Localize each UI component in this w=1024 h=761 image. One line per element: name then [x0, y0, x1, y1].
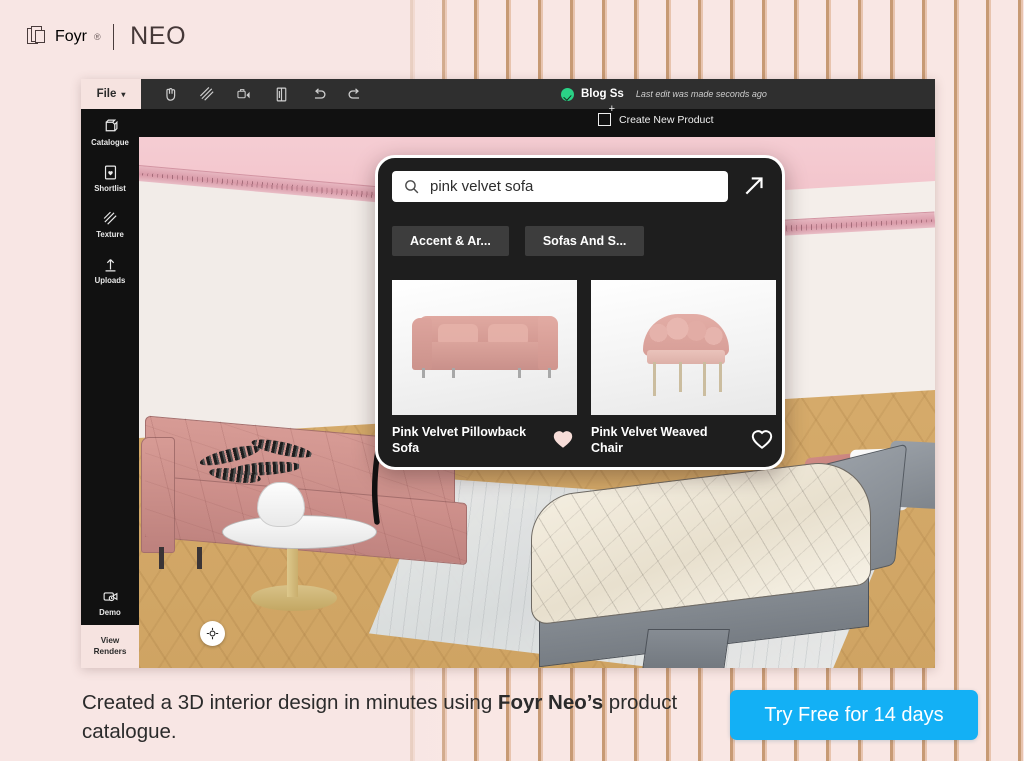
demo-video-icon: [102, 588, 119, 605]
view-renders-label-line1: View: [101, 636, 120, 646]
sidebar-item-uploads-label: Uploads: [95, 277, 126, 286]
filter-chip-label: Sofas And S...: [543, 234, 627, 248]
panel-layout-icon[interactable]: [273, 86, 290, 103]
upload-arrow-icon: [102, 256, 119, 273]
product-card-chair[interactable]: Pink Velvet Weaved Chair: [591, 280, 776, 456]
filter-chip-sofas-sectionals[interactable]: Sofas And S...: [525, 226, 645, 256]
view-renders-label-line2: Renders: [94, 647, 127, 657]
thumb-chair-leg: [719, 362, 722, 392]
orbit-target-icon[interactable]: [200, 621, 225, 646]
filter-chips-row: Accent & Ar... Sofas And S...: [378, 218, 782, 264]
search-row: pink velvet sofa: [378, 158, 782, 214]
left-sidebar: Catalogue Shortlist Texture Uploads: [81, 109, 139, 668]
view-renders-button[interactable]: View Renders: [81, 625, 139, 668]
scene-sofa-leg: [197, 547, 202, 569]
last-edit-status: Last edit was made seconds ago: [636, 89, 767, 99]
pink-velvet-sofa-thumbnail: [392, 280, 577, 415]
cta-label: Try Free for 14 days: [764, 704, 943, 727]
add-square-icon: [598, 113, 611, 126]
measure-hatch-icon[interactable]: [199, 86, 216, 103]
brand-product-name: NEO: [130, 22, 186, 51]
sidebar-item-shortlist[interactable]: Shortlist: [81, 155, 139, 201]
search-input[interactable]: pink velvet sofa: [392, 171, 728, 202]
sidebar-item-catalogue-label: Catalogue: [91, 139, 129, 148]
thumb-chair-leg: [703, 362, 706, 396]
secondary-toolbar: Create New Product: [81, 109, 935, 137]
foyr-cube-logo-icon: [27, 26, 48, 47]
filter-chip-accent-armchairs[interactable]: Accent & Ar...: [392, 226, 509, 256]
thumb-sofa-arm-right: [538, 316, 558, 370]
catalogue-box-icon: [102, 118, 119, 135]
product-meta: Pink Velvet Pillowback Sofa: [392, 424, 577, 456]
paint-bucket-icon[interactable]: [236, 86, 253, 103]
brand-name: Foyr: [55, 28, 87, 46]
thumb-chair-seat: [647, 350, 725, 364]
filter-chip-label: Accent & Ar...: [410, 234, 491, 248]
thumb-sofa-leg: [548, 368, 551, 378]
thumb-chair-leg: [679, 362, 682, 392]
registered-mark: ®: [94, 32, 101, 42]
expand-arrow-icon[interactable]: [742, 173, 768, 199]
sidebar-item-catalogue[interactable]: Catalogue: [81, 109, 139, 155]
product-meta: Pink Velvet Weaved Chair: [591, 424, 776, 456]
product-search-panel: pink velvet sofa Accent & Ar... Sofas An…: [375, 155, 785, 470]
heart-outline-icon[interactable]: [748, 425, 776, 451]
toolbar-icon-group: [141, 86, 364, 103]
thumb-sofa-arm-left: [412, 318, 432, 370]
thumb-sofa-leg: [518, 368, 521, 378]
caption-part1: Created a 3D interior design in minutes …: [82, 691, 498, 714]
saved-check-circle-icon: [561, 88, 574, 101]
create-new-product-label: Create New Product: [619, 114, 714, 126]
scene-sofa-leg: [159, 547, 164, 569]
caption-bold-brand: Foyr Neo’s: [498, 691, 603, 714]
chevron-down-icon: ▾: [121, 90, 125, 99]
thumb-chair-leg: [653, 362, 656, 396]
file-menu-button[interactable]: File ▾: [81, 79, 141, 109]
sidebar-item-demo-label: Demo: [99, 609, 121, 618]
scene-coffee-table-stem: [287, 541, 298, 597]
redo-icon[interactable]: [347, 86, 364, 103]
foyr-neo-logo: Foyr ® NEO: [27, 22, 186, 51]
scene-bed-foot: [640, 629, 730, 668]
try-free-cta-button[interactable]: Try Free for 14 days: [730, 690, 978, 740]
file-menu-label: File: [97, 88, 117, 100]
search-icon: [403, 178, 420, 195]
product-name: Pink Velvet Pillowback Sofa: [392, 424, 532, 456]
heart-filled-icon[interactable]: [549, 425, 577, 451]
sidebar-item-demo[interactable]: Demo: [81, 579, 139, 625]
search-results-grid: Pink Velvet Pillowback Sofa Pink Velvet …: [392, 280, 768, 456]
texture-hatch-icon: [102, 210, 119, 227]
shortlist-heart-doc-icon: [102, 164, 119, 181]
logo-divider: [113, 24, 115, 50]
thumb-sofa-seat: [414, 342, 556, 370]
pink-velvet-chair-thumbnail: [591, 280, 776, 415]
sidebar-item-uploads[interactable]: Uploads: [81, 247, 139, 293]
search-input-value: pink velvet sofa: [430, 178, 533, 195]
thumb-sofa-leg: [452, 368, 455, 378]
page-caption: Created a 3D interior design in minutes …: [82, 688, 682, 746]
scene-plant-vase[interactable]: [257, 482, 305, 527]
undo-icon[interactable]: [310, 86, 327, 103]
app-toolbar: File ▾: [81, 79, 935, 109]
sidebar-item-shortlist-label: Shortlist: [94, 185, 126, 194]
product-name: Pink Velvet Weaved Chair: [591, 424, 731, 456]
thumb-sofa-leg: [422, 368, 425, 378]
project-name[interactable]: Blog Ss: [581, 88, 624, 100]
product-card-sofa[interactable]: Pink Velvet Pillowback Sofa: [392, 280, 577, 456]
project-status-area: Blog Ss Last edit was made seconds ago: [561, 79, 767, 109]
sidebar-item-texture-label: Texture: [96, 231, 124, 240]
sidebar-item-texture[interactable]: Texture: [81, 201, 139, 247]
pan-hand-icon[interactable]: [162, 86, 179, 103]
create-new-product-button[interactable]: Create New Product: [598, 113, 714, 126]
